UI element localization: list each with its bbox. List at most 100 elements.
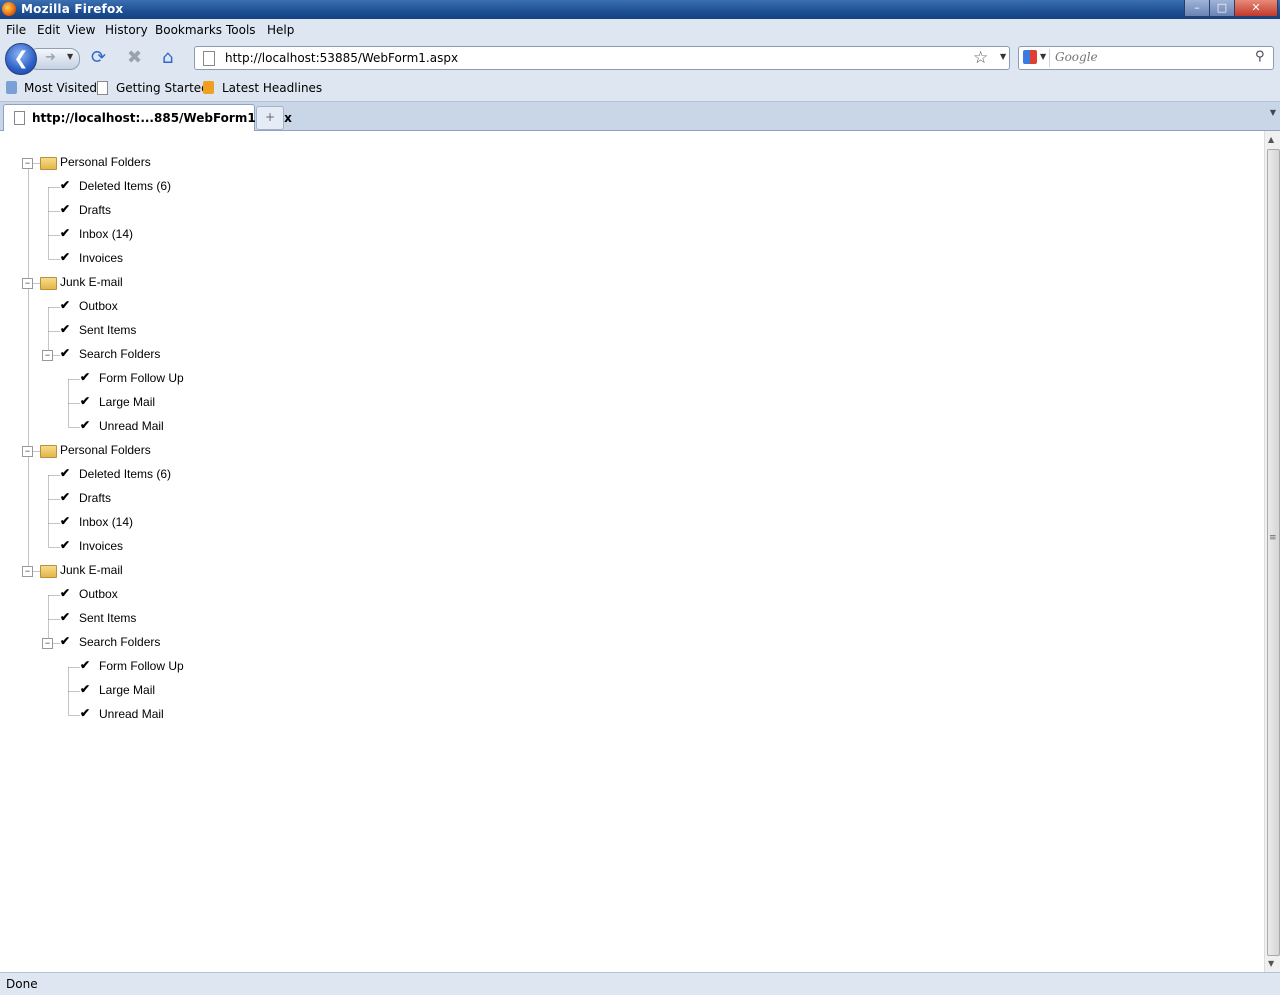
tree-node-label[interactable]: Junk E-mail bbox=[60, 563, 123, 577]
tree-node-label[interactable]: Search Folders bbox=[79, 347, 160, 361]
check-mark-icon: ✔ bbox=[60, 226, 71, 240]
tree-node[interactable]: ✔ Invoices bbox=[42, 537, 302, 557]
tree-node[interactable]: − Personal Folders bbox=[22, 153, 282, 173]
bookmark-star-icon[interactable]: ☆ bbox=[973, 48, 988, 68]
tree-node[interactable]: − Personal Folders bbox=[22, 441, 282, 461]
tree-node-label[interactable]: Personal Folders bbox=[60, 155, 151, 169]
tree-node-label[interactable]: Invoices bbox=[79, 251, 123, 265]
maximize-button[interactable]: □ bbox=[1209, 0, 1235, 17]
menu-tools[interactable]: Tools bbox=[226, 23, 256, 37]
tree-node-label[interactable]: Large Mail bbox=[99, 683, 155, 697]
firefox-logo-icon bbox=[2, 2, 16, 16]
folder-icon bbox=[40, 565, 57, 578]
tab-webform1[interactable]: http://localhost:...885/WebForm1.aspx bbox=[3, 104, 292, 131]
tree-node-label[interactable]: Search Folders bbox=[79, 635, 160, 649]
stop-icon[interactable]: ✖ bbox=[127, 47, 142, 68]
history-dropdown-icon[interactable]: ▼ bbox=[67, 52, 73, 61]
tree-node[interactable]: ✔ Outbox bbox=[42, 297, 302, 317]
menu-edit[interactable]: Edit bbox=[37, 23, 60, 37]
tree-node[interactable]: ✔ Drafts bbox=[42, 201, 302, 221]
tree-node[interactable]: − Junk E-mail bbox=[22, 561, 282, 581]
tree-node[interactable]: ✔ Unread Mail bbox=[62, 705, 322, 725]
new-tab-button[interactable]: + bbox=[256, 106, 284, 130]
tree-node-label[interactable]: Drafts bbox=[79, 203, 111, 217]
tree-node[interactable]: − ✔ Search Folders bbox=[42, 345, 302, 365]
tree-node-label[interactable]: Sent Items bbox=[79, 323, 136, 337]
menu-file[interactable]: File bbox=[6, 23, 26, 37]
address-url[interactable]: http://localhost:53885/WebForm1.aspx bbox=[225, 51, 458, 65]
check-mark-icon: ✔ bbox=[60, 514, 71, 528]
menu-history[interactable]: History bbox=[105, 23, 148, 37]
bookmark-getting-started[interactable]: Getting Started bbox=[116, 81, 209, 95]
status-text: Done bbox=[6, 977, 38, 991]
tree-node-label[interactable]: Invoices bbox=[79, 539, 123, 553]
tree-node[interactable]: ✔ Inbox (14) bbox=[42, 225, 302, 245]
tree-node[interactable]: ✔ Deleted Items (6) bbox=[42, 465, 302, 485]
tree-node-label[interactable]: Form Follow Up bbox=[99, 371, 184, 385]
scroll-up-icon[interactable]: ▲ bbox=[1268, 135, 1274, 144]
minimize-button[interactable]: – bbox=[1184, 0, 1210, 17]
list-all-tabs-icon[interactable]: ▼ bbox=[1270, 108, 1276, 117]
back-button[interactable]: ❮ bbox=[5, 43, 37, 75]
tree-node[interactable]: ✔ Large Mail bbox=[62, 393, 322, 413]
tree-node[interactable]: ✔ Unread Mail bbox=[62, 417, 322, 437]
tree-node-label[interactable]: Outbox bbox=[79, 299, 118, 313]
vertical-scrollbar[interactable]: ▲ ≡ ▼ bbox=[1264, 131, 1280, 972]
engine-dropdown-icon[interactable]: ▼ bbox=[1040, 52, 1046, 61]
search-input[interactable] bbox=[1055, 49, 1245, 65]
tree-node[interactable]: ✔ Form Follow Up bbox=[62, 369, 322, 389]
search-icon[interactable]: ⚲ bbox=[1255, 49, 1265, 64]
collapse-toggle-icon[interactable]: − bbox=[22, 566, 33, 577]
tree-node[interactable]: ✔ Outbox bbox=[42, 585, 302, 605]
tree-node-label[interactable]: Large Mail bbox=[99, 395, 155, 409]
tree-node-label[interactable]: Personal Folders bbox=[60, 443, 151, 457]
tree-node[interactable]: ✔ Drafts bbox=[42, 489, 302, 509]
check-mark-icon: ✔ bbox=[60, 298, 71, 312]
bookmark-most-visited[interactable]: Most Visited bbox=[24, 81, 97, 95]
address-bar[interactable]: http://localhost:53885/WebForm1.aspx ☆ ▼ bbox=[194, 46, 1010, 70]
tree-node-label[interactable]: Deleted Items (6) bbox=[79, 179, 171, 193]
tree-node-label[interactable]: Drafts bbox=[79, 491, 111, 505]
check-mark-icon: ✔ bbox=[80, 394, 91, 408]
status-bar: Done bbox=[0, 972, 1280, 995]
bookmark-latest-headlines[interactable]: Latest Headlines bbox=[222, 81, 322, 95]
scrollbar-thumb[interactable] bbox=[1267, 149, 1280, 956]
tree-node[interactable]: − Junk E-mail bbox=[22, 273, 282, 293]
check-mark-icon: ✔ bbox=[80, 370, 91, 384]
tree-node-label[interactable]: Outbox bbox=[79, 587, 118, 601]
page-icon bbox=[203, 51, 215, 66]
tree-node-label[interactable]: Sent Items bbox=[79, 611, 136, 625]
menu-view[interactable]: View bbox=[67, 23, 95, 37]
tree-node[interactable]: ✔ Invoices bbox=[42, 249, 302, 269]
scroll-grip-icon: ≡ bbox=[1269, 533, 1277, 543]
search-box[interactable]: ▼ ⚲ bbox=[1018, 46, 1274, 70]
close-button[interactable]: ✕ bbox=[1234, 0, 1278, 17]
tree-node-label[interactable]: Form Follow Up bbox=[99, 659, 184, 673]
tree-node[interactable]: ✔ Sent Items bbox=[42, 321, 302, 341]
reload-icon[interactable]: ⟳ bbox=[91, 47, 106, 68]
tree-node-label[interactable]: Deleted Items (6) bbox=[79, 467, 171, 481]
tree-node-label[interactable]: Inbox (14) bbox=[79, 227, 133, 241]
google-engine-icon[interactable] bbox=[1023, 50, 1037, 64]
collapse-toggle-icon[interactable]: − bbox=[22, 158, 33, 169]
scroll-down-icon[interactable]: ▼ bbox=[1268, 959, 1274, 968]
tree-node[interactable]: ✔ Large Mail bbox=[62, 681, 322, 701]
tree-node[interactable]: − ✔ Search Folders bbox=[42, 633, 302, 653]
collapse-toggle-icon[interactable]: − bbox=[22, 278, 33, 289]
home-icon[interactable]: ⌂ bbox=[162, 47, 173, 68]
tree-node[interactable]: ✔ Form Follow Up bbox=[62, 657, 322, 677]
collapse-toggle-icon[interactable]: − bbox=[42, 638, 53, 649]
tree-node[interactable]: ✔ Sent Items bbox=[42, 609, 302, 629]
tree-node-label[interactable]: Junk E-mail bbox=[60, 275, 123, 289]
menu-bookmarks[interactable]: Bookmarks bbox=[155, 23, 222, 37]
url-dropdown-icon[interactable]: ▼ bbox=[1000, 52, 1006, 61]
collapse-toggle-icon[interactable]: − bbox=[22, 446, 33, 457]
tree-node-label[interactable]: Unread Mail bbox=[99, 707, 164, 721]
collapse-toggle-icon[interactable]: − bbox=[42, 350, 53, 361]
menu-help[interactable]: Help bbox=[267, 23, 294, 37]
tree-node[interactable]: ✔ Inbox (14) bbox=[42, 513, 302, 533]
tree-node-label[interactable]: Inbox (14) bbox=[79, 515, 133, 529]
tree-node[interactable]: ✔ Deleted Items (6) bbox=[42, 177, 302, 197]
check-mark-icon: ✔ bbox=[80, 682, 91, 696]
tree-node-label[interactable]: Unread Mail bbox=[99, 419, 164, 433]
